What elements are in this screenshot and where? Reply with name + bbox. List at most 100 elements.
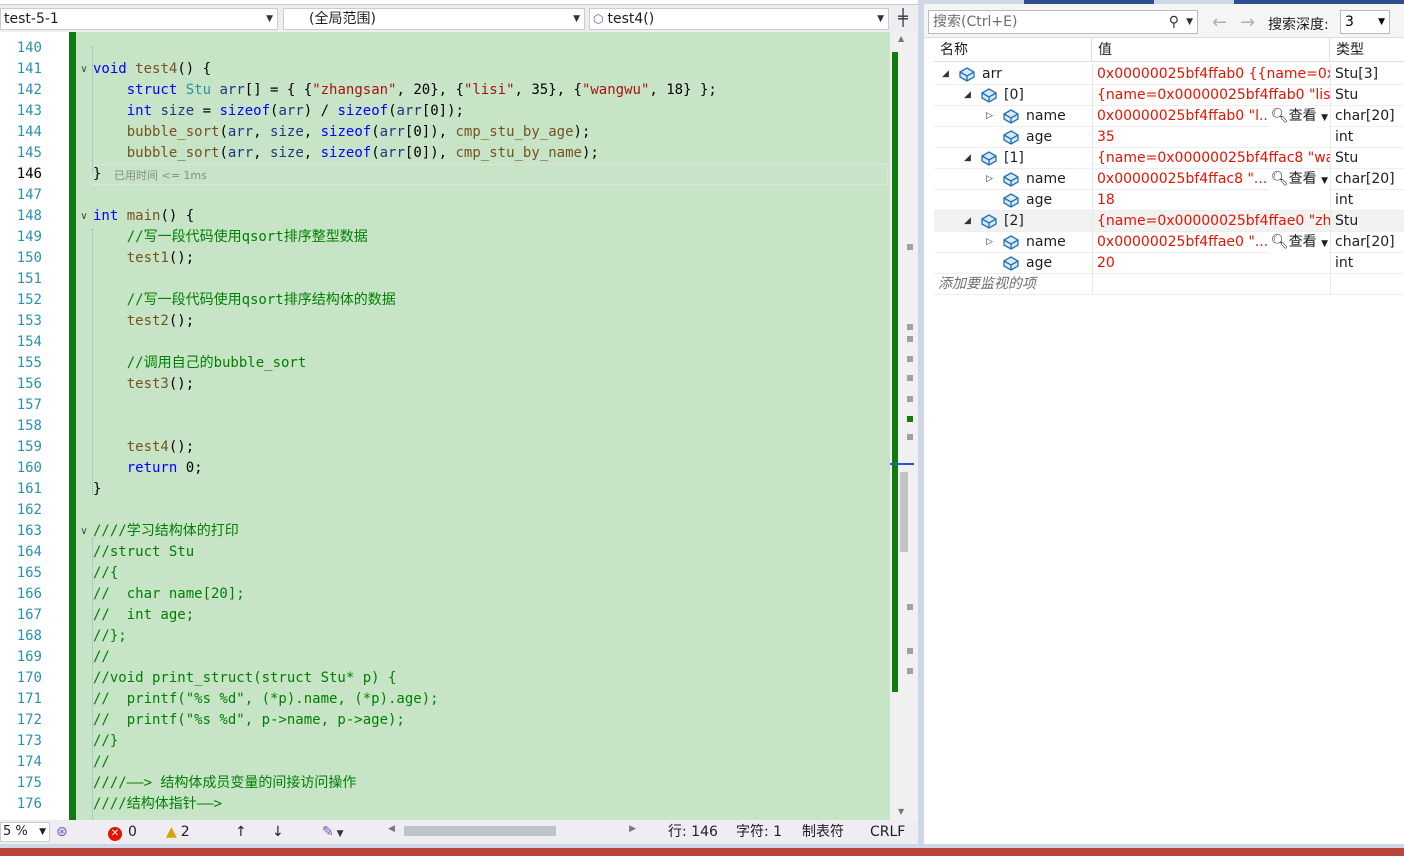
- watch-name-cell[interactable]: ◢ arr: [934, 64, 1092, 85]
- watch-value-cell[interactable]: {name=0x00000025bf4ffab0 "lisi"...: [1092, 85, 1330, 106]
- column-name[interactable]: 名称: [934, 38, 1092, 62]
- code-line[interactable]: //写一段代码使用qsort排序整型数据: [93, 227, 368, 248]
- code-line[interactable]: test2();: [93, 311, 194, 332]
- watch-row[interactable]: ▷ name 0x00000025bf4ffac8 "... 🔍︎查看 ▼ char[2…: [934, 169, 1404, 190]
- tabs-indicator[interactable]: 制表符: [802, 822, 844, 842]
- previous-issue-icon[interactable]: ↑: [235, 822, 247, 842]
- code-line[interactable]: test4();: [93, 437, 194, 458]
- code-line[interactable]: //调用自己的bubble_sort: [93, 353, 307, 374]
- watch-value-cell[interactable]: {name=0x00000025bf4ffac8 "wan...: [1092, 148, 1330, 169]
- code-line[interactable]: test1();: [93, 248, 194, 269]
- member-combo[interactable]: ⬡ test4() ▼: [589, 8, 889, 30]
- chevron-down-icon[interactable]: ▼: [1186, 11, 1193, 33]
- hscroll-thumb[interactable]: [404, 826, 556, 836]
- watch-value-cell[interactable]: 35: [1092, 127, 1330, 148]
- watch-row[interactable]: ▷ name 0x00000025bf4ffae0 "... 🔍︎查看 ▼ char[2…: [934, 232, 1404, 253]
- code-line[interactable]: }: [93, 479, 101, 500]
- watch-row[interactable]: ▷ name 0x00000025bf4ffab0 "l... 🔍︎查看 ▼ char[…: [934, 106, 1404, 127]
- code-line[interactable]: //};: [93, 626, 127, 647]
- search-forward-icon[interactable]: →: [1240, 12, 1255, 33]
- perf-tip[interactable]: 已用时间 <= 1ms: [114, 167, 207, 183]
- code-line[interactable]: //写一段代码使用qsort排序结构体的数据: [93, 290, 396, 311]
- scrollbar-thumb[interactable]: [900, 472, 908, 552]
- scroll-up-icon[interactable]: ▲: [898, 34, 904, 43]
- watch-name-cell[interactable]: age: [934, 190, 1092, 211]
- watch-value-cell[interactable]: 0x00000025bf4ffac8 "... 🔍︎查看 ▼: [1092, 169, 1330, 190]
- watch-value-cell[interactable]: 20: [1092, 253, 1330, 274]
- code-line[interactable]: //void print_struct(struct Stu* p) {: [93, 668, 396, 689]
- code-line[interactable]: //{: [93, 563, 118, 584]
- code-line[interactable]: bubble_sort(arr, size, sizeof(arr[0]), c…: [93, 143, 599, 164]
- code-text-area[interactable]: 已用时间 <= 1ms void test4() { struct Stu ar…: [76, 32, 890, 820]
- scope-combo[interactable]: (全局范围) ▼: [283, 8, 585, 30]
- watch-row[interactable]: ◢ [0] {name=0x00000025bf4ffab0 "lisi"... St…: [934, 85, 1404, 106]
- watch-search-input[interactable]: 搜索(Ctrl+E) ⚲ ▼: [928, 10, 1198, 34]
- code-line[interactable]: void test4() {: [93, 59, 211, 80]
- search-depth-combo[interactable]: 3 ▼: [1340, 10, 1390, 34]
- fold-toggle-icon[interactable]: ∨: [78, 521, 90, 542]
- code-line[interactable]: //: [93, 647, 110, 668]
- watch-row[interactable]: age 18 int: [934, 190, 1404, 211]
- code-cleanup-icon[interactable]: ✎ ▼: [322, 822, 344, 844]
- watch-row[interactable]: ◢ [1] {name=0x00000025bf4ffac8 "wan...Stu: [934, 148, 1404, 169]
- column-indicator[interactable]: 字符: 1: [736, 822, 782, 842]
- add-watch-row[interactable]: 添加要监视的项: [934, 274, 1404, 295]
- collapse-icon[interactable]: ◢: [964, 211, 971, 232]
- code-line[interactable]: ////结构体指针——>: [93, 794, 222, 815]
- code-line[interactable]: struct Stu arr[] = { {"zhangsan", 20}, {…: [93, 80, 717, 101]
- collapse-icon[interactable]: ◢: [964, 85, 971, 106]
- watch-name-cell[interactable]: ▷ name: [934, 169, 1092, 190]
- column-value[interactable]: 值: [1092, 38, 1330, 62]
- line-ending-indicator[interactable]: CRLF: [870, 822, 905, 842]
- scroll-down-icon[interactable]: ▼: [898, 807, 904, 816]
- search-back-icon[interactable]: ←: [1212, 12, 1227, 33]
- vertical-scrollbar[interactable]: ▲ ▼: [890, 32, 918, 820]
- add-watch-cell[interactable]: 添加要监视的项: [934, 274, 1092, 295]
- expand-icon[interactable]: ▷: [986, 232, 993, 253]
- watch-value-cell[interactable]: 0x00000025bf4ffae0 "... 🔍︎查看 ▼: [1092, 232, 1330, 253]
- collapse-icon[interactable]: ◢: [942, 64, 949, 85]
- code-line[interactable]: test3();: [93, 374, 194, 395]
- watch-row[interactable]: age 35 int: [934, 127, 1404, 148]
- watch-name-cell[interactable]: age: [934, 127, 1092, 148]
- visualizer-view-button[interactable]: 🔍︎查看 ▼: [1268, 169, 1328, 190]
- watch-name-cell[interactable]: ▷ name: [934, 232, 1092, 253]
- code-line[interactable]: int size = sizeof(arr) / sizeof(arr[0]);: [93, 101, 464, 122]
- watch-row[interactable]: ◢ [2] {name=0x00000025bf4ffae0 "zha... Stu: [934, 211, 1404, 232]
- horizontal-scrollbar[interactable]: ◀ ▶: [388, 824, 636, 838]
- code-line[interactable]: int main() {: [93, 206, 194, 227]
- scroll-right-icon[interactable]: ▶: [629, 824, 636, 834]
- expand-icon[interactable]: ▷: [986, 169, 993, 190]
- code-line[interactable]: ////学习结构体的打印: [93, 521, 239, 542]
- collapse-icon[interactable]: ◢: [964, 148, 971, 169]
- code-line[interactable]: // printf("%s %d", p->name, p->age);: [93, 710, 405, 731]
- watch-name-cell[interactable]: age: [934, 253, 1092, 274]
- line-indicator[interactable]: 行: 146: [668, 822, 718, 842]
- fold-toggle-icon[interactable]: ∨: [78, 206, 90, 227]
- scroll-left-icon[interactable]: ◀: [388, 824, 395, 834]
- watch-name-cell[interactable]: ▷ name: [934, 106, 1092, 127]
- code-line[interactable]: // char name[20];: [93, 584, 245, 605]
- zoom-combo[interactable]: 5 % ▼: [0, 822, 50, 842]
- column-type[interactable]: 类型: [1330, 38, 1404, 62]
- watch-name-cell[interactable]: ◢ [0]: [934, 85, 1092, 106]
- code-line[interactable]: }: [93, 164, 101, 185]
- code-line[interactable]: bubble_sort(arr, size, sizeof(arr[0]), c…: [93, 122, 591, 143]
- watch-value-cell[interactable]: 18: [1092, 190, 1330, 211]
- code-line[interactable]: // int age;: [93, 605, 194, 626]
- watch-value-cell[interactable]: {name=0x00000025bf4ffae0 "zha...: [1092, 211, 1330, 232]
- project-combo[interactable]: test-5-1 ▼: [0, 8, 278, 30]
- code-line[interactable]: //}: [93, 731, 118, 752]
- errors-indicator[interactable]: ✕ 0: [108, 822, 137, 842]
- code-line[interactable]: //struct Stu: [93, 542, 194, 563]
- warnings-indicator[interactable]: ▲ 2: [166, 822, 190, 842]
- watch-row[interactable]: age 20 int: [934, 253, 1404, 274]
- search-icon[interactable]: ⚲: [1169, 11, 1179, 33]
- expand-icon[interactable]: ▷: [986, 106, 993, 127]
- intellicode-icon[interactable]: ⊛: [56, 822, 68, 842]
- code-line[interactable]: ////——> 结构体成员变量的间接访问操作: [93, 773, 356, 794]
- watch-row[interactable]: ◢ arr 0x00000025bf4ffab0 {{name=0x0...Stu[…: [934, 64, 1404, 85]
- visualizer-view-button[interactable]: 🔍︎查看 ▼: [1268, 232, 1328, 253]
- watch-value-cell[interactable]: 0x00000025bf4ffab0 {{name=0x0...: [1092, 64, 1330, 85]
- next-issue-icon[interactable]: ↓: [272, 822, 284, 842]
